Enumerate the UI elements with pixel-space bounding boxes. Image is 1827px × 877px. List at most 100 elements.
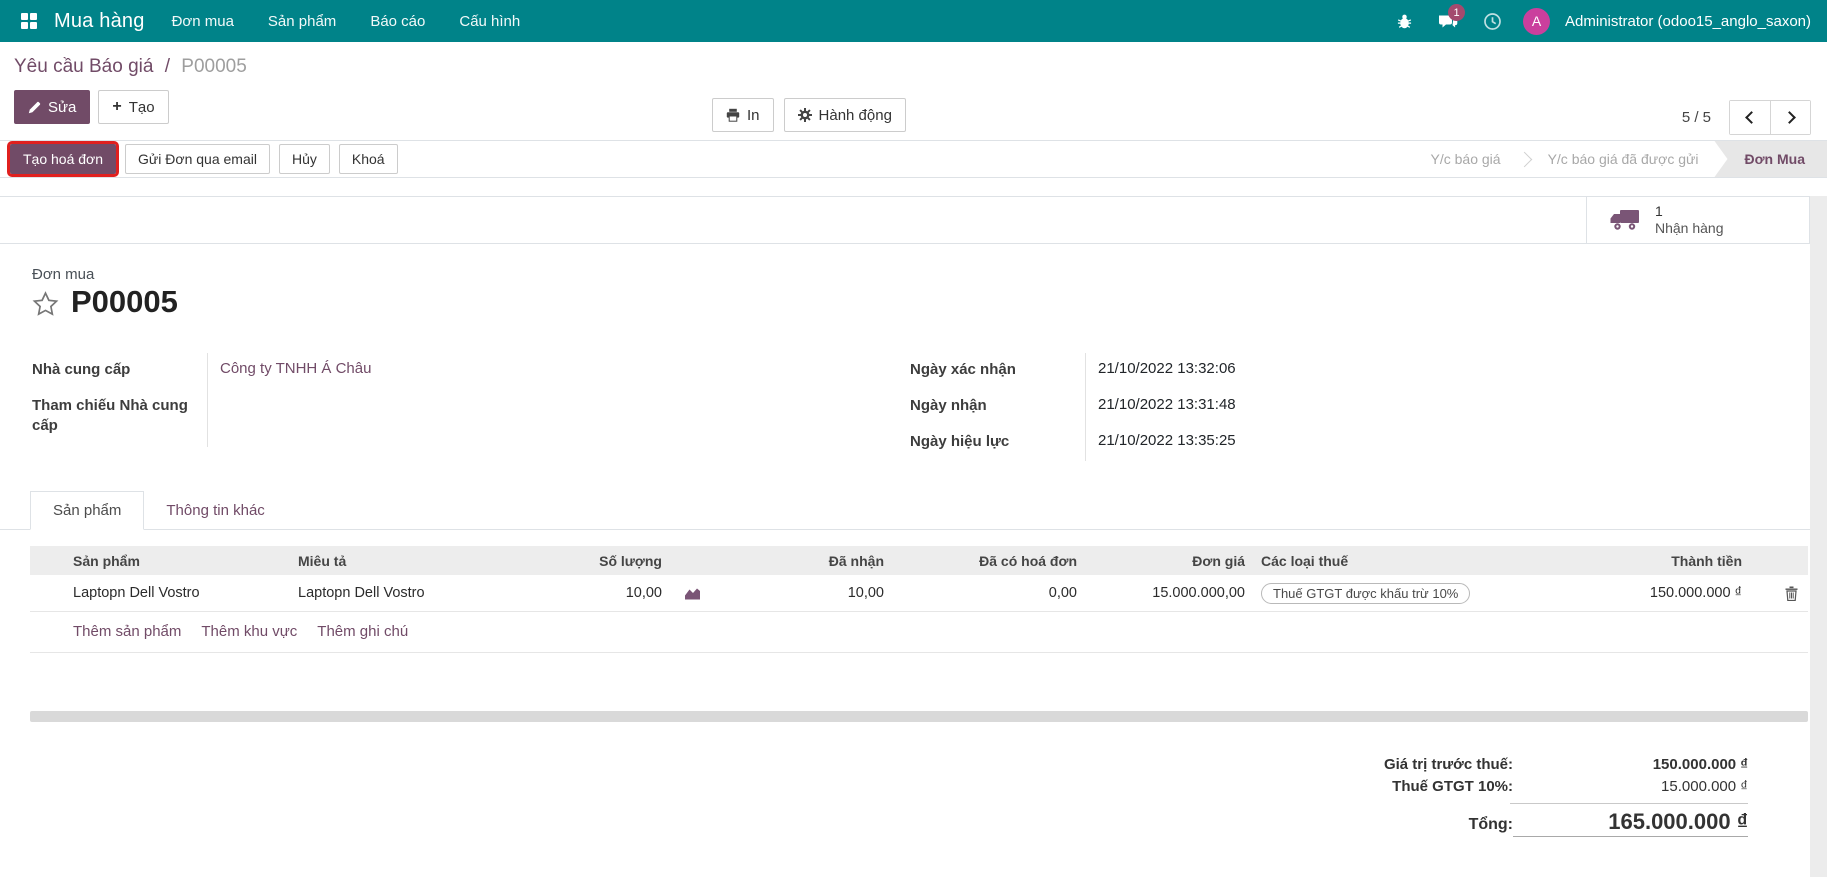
pager-next-button[interactable]: [1770, 101, 1810, 134]
tax-row: Thuế GTGT 10%: 15.000.000 ₫: [0, 778, 1748, 795]
notebook-tabs: Sản phẩm Thông tin khác: [0, 489, 1827, 530]
cell-actions: [1750, 586, 1808, 601]
nav-item-don-mua[interactable]: Đơn mua: [155, 0, 251, 42]
cell-billed: 0,00: [892, 585, 1085, 601]
print-button[interactable]: In: [712, 98, 774, 132]
user-name[interactable]: Administrator (odoo15_anglo_saxon): [1565, 13, 1811, 30]
header-received[interactable]: Đã nhận: [732, 553, 892, 569]
tab-products[interactable]: Sản phẩm: [30, 491, 144, 530]
vertical-scrollbar[interactable]: [1810, 196, 1827, 877]
field-confirm-date: Ngày xác nhận 21/10/2022 13:32:06: [910, 353, 1550, 389]
document-number: P00005: [71, 285, 178, 319]
vendor-reference-label: Tham chiếu Nhà cung cấp: [32, 389, 207, 447]
debug-bug-icon[interactable]: [1385, 0, 1423, 42]
header-billed[interactable]: Đã có hoá đơn: [892, 553, 1085, 569]
receipts-label: Nhận hàng: [1655, 220, 1724, 238]
user-avatar[interactable]: A: [1523, 8, 1550, 35]
header-product[interactable]: Sản phẩm: [65, 553, 290, 569]
create-invoice-button[interactable]: Tạo hoá đơn: [10, 144, 116, 174]
edit-button[interactable]: Sửa: [14, 90, 90, 124]
pager: 5 / 5: [1682, 100, 1811, 135]
field-groups: Nhà cung cấp Công ty TNHH Á Châu Tham ch…: [0, 353, 1827, 461]
edit-button-label: Sửa: [48, 99, 76, 116]
doc-type-label: Đơn mua: [32, 266, 1827, 283]
horizontal-scrollbar[interactable]: [30, 711, 1808, 722]
control-panel: Yêu cầu Báo giá / P00005 Sửa + Tạo: [0, 42, 1827, 140]
status-step-rfq[interactable]: Y/c báo giá: [1415, 141, 1517, 177]
cell-forecast: [670, 587, 732, 600]
plus-icon: +: [112, 98, 121, 116]
tab-other-info[interactable]: Thông tin khác: [144, 492, 286, 529]
cell-taxes: Thuế GTGT được khấu trừ 10%: [1253, 583, 1565, 604]
top-navbar: Mua hàng Đơn mua Sản phẩm Báo cáo Cấu hì…: [0, 0, 1827, 42]
field-vendor-reference: Tham chiếu Nhà cung cấp: [32, 389, 910, 447]
untaxed-label: Giá trị trước thuế:: [1263, 756, 1513, 773]
receipts-smart-button[interactable]: 1 Nhận hàng: [1586, 197, 1810, 243]
message-count-badge: 1: [1448, 4, 1465, 21]
step-separator-icon: [1516, 151, 1532, 167]
untaxed-value: 150.000.000 ₫: [1513, 756, 1748, 773]
header-subtotal[interactable]: Thành tiền: [1565, 553, 1750, 569]
truck-icon: [1609, 208, 1641, 232]
send-by-email-button[interactable]: Gửi Đơn qua email: [125, 144, 270, 174]
create-button-label: Tạo: [129, 99, 155, 116]
chevron-right-icon: [1783, 111, 1796, 124]
cell-received: 10,00: [732, 585, 892, 601]
pencil-icon: [28, 101, 41, 114]
pager-count: 5 / 5: [1682, 109, 1711, 126]
forecast-chart-icon[interactable]: [684, 587, 701, 600]
header-qty[interactable]: Số lượng: [510, 553, 670, 569]
delete-trash-icon[interactable]: [1785, 586, 1798, 601]
lock-button[interactable]: Khoá: [339, 144, 398, 174]
cell-description: Laptopn Dell Vostro: [290, 585, 510, 601]
confirm-date-value: 21/10/2022 13:32:06: [1085, 353, 1550, 389]
breadcrumb-parent-link[interactable]: Yêu cầu Báo giá: [14, 56, 153, 77]
table-footer-links: Thêm sản phẩm Thêm khu vực Thêm ghi chú: [30, 612, 1808, 653]
vendor-label: Nhà cung cấp: [32, 353, 207, 389]
add-section-link[interactable]: Thêm khu vực: [201, 623, 297, 640]
tax-label: Thuế GTGT 10%:: [1263, 778, 1513, 795]
messages-icon[interactable]: 1: [1429, 0, 1467, 42]
pager-prev-button[interactable]: [1730, 101, 1770, 134]
table-row[interactable]: Laptopn Dell Vostro Laptopn Dell Vostro …: [30, 575, 1808, 612]
add-product-link[interactable]: Thêm sản phẩm: [73, 623, 181, 640]
field-vendor: Nhà cung cấp Công ty TNHH Á Châu: [32, 353, 910, 389]
apps-grid-icon[interactable]: [12, 4, 46, 38]
status-step-purchase-order[interactable]: Đơn Mua: [1714, 141, 1827, 177]
cell-subtotal: 150.000.000 ₫: [1565, 585, 1750, 601]
field-group-right: Ngày xác nhận 21/10/2022 13:32:06 Ngày n…: [910, 353, 1550, 461]
favorite-star-icon[interactable]: [32, 291, 59, 317]
vendor-value-link[interactable]: Công ty TNHH Á Châu: [207, 353, 910, 389]
total-label: Tổng:: [1263, 816, 1513, 834]
cancel-button[interactable]: Hủy: [279, 144, 330, 174]
action-button[interactable]: Hành động: [784, 98, 906, 132]
nav-item-san-pham[interactable]: Sản phẩm: [251, 0, 353, 42]
cell-qty: 10,00: [510, 585, 670, 601]
control-panel-buttons: Sửa + Tạo: [14, 90, 1813, 124]
field-group-left: Nhà cung cấp Công ty TNHH Á Châu Tham ch…: [32, 353, 910, 461]
app-name[interactable]: Mua hàng: [54, 10, 145, 33]
nav-item-bao-cao[interactable]: Báo cáo: [353, 0, 442, 42]
totals-block: Giá trị trước thuế: 150.000.000 ₫ Thuế G…: [0, 756, 1827, 837]
nav-menu: Đơn mua Sản phẩm Báo cáo Cấu hình: [155, 0, 538, 42]
activities-clock-icon[interactable]: [1473, 0, 1511, 42]
grid-icon: [21, 13, 37, 29]
smart-button-text: 1 Nhận hàng: [1655, 203, 1724, 238]
receipts-count: 1: [1655, 203, 1724, 221]
statusbar-buttons: Tạo hoá đơn Gửi Đơn qua email Hủy Khoá: [0, 141, 398, 177]
nav-item-cau-hinh[interactable]: Cấu hình: [442, 0, 537, 42]
effective-date-label: Ngày hiệu lực: [910, 425, 1085, 461]
breadcrumb-current: P00005: [181, 56, 247, 77]
nav-right: 1 A Administrator (odoo15_anglo_saxon): [1385, 0, 1811, 42]
create-button[interactable]: + Tạo: [98, 90, 168, 124]
printer-icon: [726, 108, 740, 122]
receipt-date-label: Ngày nhận: [910, 389, 1085, 425]
add-note-link[interactable]: Thêm ghi chú: [317, 623, 408, 640]
header-description[interactable]: Miêu tả: [290, 553, 510, 569]
header-unit-price[interactable]: Đơn giá: [1085, 553, 1253, 569]
status-step-rfq-sent[interactable]: Y/c báo giá đã được gửi: [1532, 141, 1715, 177]
vendor-reference-value: [207, 389, 910, 447]
breadcrumb-separator: /: [165, 56, 170, 77]
field-receipt-date: Ngày nhận 21/10/2022 13:31:48: [910, 389, 1550, 425]
header-taxes[interactable]: Các loại thuế: [1253, 553, 1565, 569]
